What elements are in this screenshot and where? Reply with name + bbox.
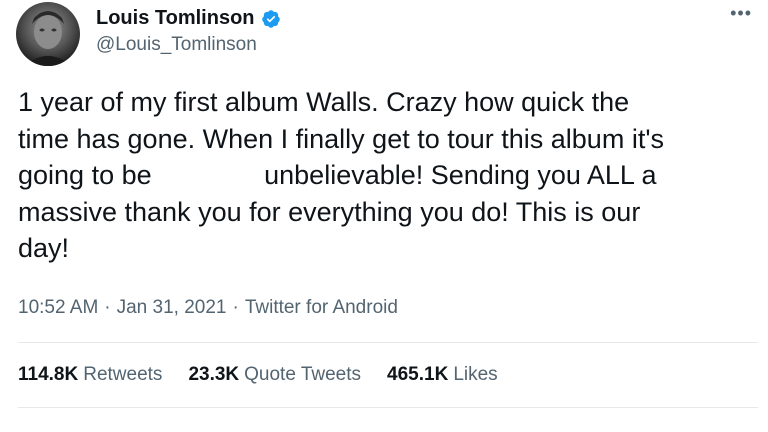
quote-tweets-count: 23.3K: [188, 364, 240, 385]
retweets-count: 114.8K: [18, 364, 79, 385]
avatar[interactable]: [16, 2, 80, 66]
author-row: Louis Tomlinson: [96, 7, 281, 30]
more-horizontal-icon[interactable]: •••: [730, 4, 752, 22]
tweet-time[interactable]: 10:52 AM: [18, 297, 98, 319]
tweet-text: 1 year of my first album Walls. Crazy ho…: [18, 87, 664, 263]
tweet-source[interactable]: Twitter for Android: [245, 297, 398, 319]
likes-stat[interactable]: 465.1K Likes: [387, 364, 498, 386]
divider: [18, 407, 758, 408]
likes-count: 465.1K: [387, 364, 449, 385]
verified-badge-icon: [261, 9, 281, 29]
meta-separator: ·: [104, 297, 111, 318]
likes-label: Likes: [453, 364, 498, 385]
meta-separator: ·: [232, 297, 239, 318]
retweets-label: Retweets: [83, 364, 163, 385]
quote-tweets-label: Quote Tweets: [244, 364, 362, 385]
tweet-stats: 114.8K Retweets 23.3K Quote Tweets 465.1K L…: [18, 364, 498, 386]
divider: [18, 342, 758, 343]
quote-tweets-stat[interactable]: 23.3K Quote Tweets: [188, 364, 361, 386]
retweets-stat[interactable]: 114.8K Retweets: [18, 364, 162, 386]
author-name[interactable]: Louis Tomlinson: [96, 7, 255, 30]
tweet-meta: 10:52 AM · Jan 31, 2021 · Twitter for An…: [18, 297, 398, 319]
author-handle[interactable]: @Louis_Tomlinson: [96, 34, 257, 56]
tweet-date[interactable]: Jan 31, 2021: [117, 297, 227, 319]
